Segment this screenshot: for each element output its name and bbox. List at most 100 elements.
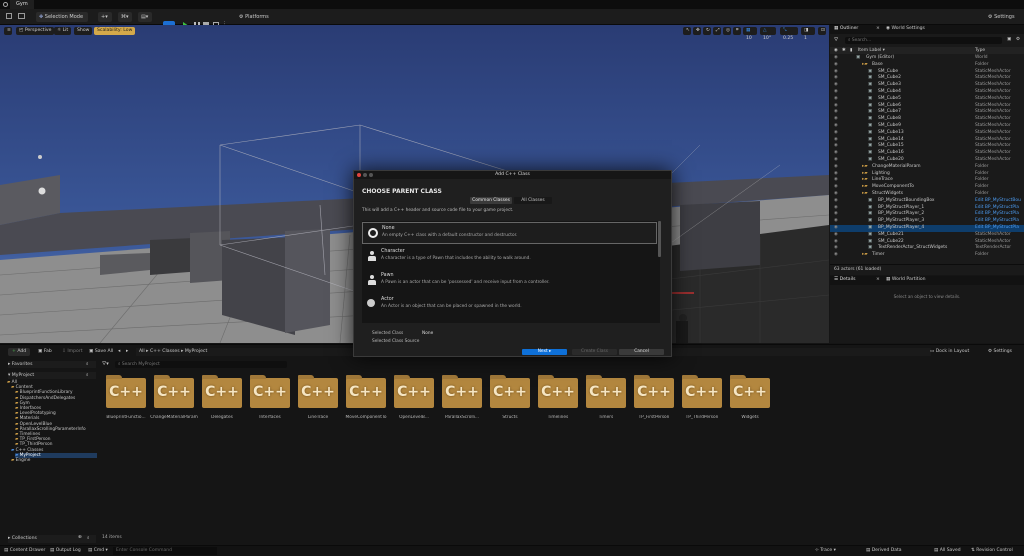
visibility-eye-icon[interactable]: ◉	[834, 123, 838, 130]
outliner-row[interactable]: ◉ ▸▰ MoveComponentTo Folder	[830, 184, 1024, 191]
visibility-eye-icon[interactable]: ◉	[834, 177, 838, 184]
translate-tool-icon[interactable]: ✥	[693, 27, 701, 35]
surface-snap-icon[interactable]: ⌗	[733, 27, 741, 35]
outliner-row[interactable]: ◉ ▸▰ LineTrace Folder	[830, 177, 1024, 184]
add-collection-icon[interactable]: ⊕	[78, 535, 82, 540]
visibility-eye-icon[interactable]: ◉	[834, 191, 838, 198]
type-header[interactable]: Type	[975, 47, 985, 54]
cpp-class-folder[interactable]: C++ Timelines	[536, 375, 580, 425]
visibility-eye-icon[interactable]: ◉	[834, 137, 838, 144]
collections-section[interactable]: ▸ Collections	[8, 535, 96, 543]
visibility-eye-icon[interactable]: ◉	[834, 198, 838, 205]
level-tab[interactable]: Gym	[10, 0, 34, 9]
cb-settings-button[interactable]: ⚙ Settings	[988, 348, 1012, 356]
collections-search-icon[interactable]: ⌕	[87, 535, 90, 541]
visibility-eye-icon[interactable]: ◉	[834, 109, 838, 116]
visibility-eye-icon[interactable]: ◉	[834, 143, 838, 150]
cpp-class-folder[interactable]: C++ Delegates	[200, 375, 244, 425]
trace-dropdown[interactable]: ⊹ Trace ▾	[815, 546, 836, 556]
parent-class-option[interactable]: Pawn A Pawn is an actor that can be 'poss…	[362, 270, 657, 292]
cancel-button[interactable]: Cancel	[619, 349, 664, 355]
outliner-row[interactable]: ◉ ▸▰ Lighting Folder	[830, 171, 1024, 178]
visibility-eye-icon[interactable]: ◉	[834, 116, 838, 123]
pin-col-icon[interactable]: ✱	[842, 47, 846, 54]
folder-tree-item[interactable]: ▰ Engine	[11, 458, 97, 463]
visibility-eye-icon[interactable]: ◉	[834, 171, 838, 178]
outliner-settings-icon[interactable]: ⚙	[1016, 37, 1022, 44]
outliner-search-input[interactable]: ⌕ Search...	[845, 37, 1002, 44]
tab-common-classes[interactable]: Common Classes	[470, 197, 512, 204]
favorites-search-icon[interactable]: ⌕	[86, 361, 89, 367]
cb-search-input[interactable]: ⌕ Search MyProject	[115, 361, 287, 368]
visibility-eye-icon[interactable]: ◉	[834, 69, 838, 76]
outliner-row[interactable]: ◉ ▣ BP_MyStructPlayer_3 Edit BP_MyStructPla	[830, 218, 1024, 225]
visibility-eye-icon[interactable]: ◉	[834, 150, 838, 157]
scale-snap-value[interactable]: ⤡ 0.25	[780, 27, 798, 41]
visibility-eye-icon[interactable]: ◉	[834, 89, 838, 96]
visibility-eye-icon[interactable]: ◉	[834, 75, 838, 82]
create-class-button[interactable]: Create Class	[572, 349, 617, 355]
outliner-row[interactable]: ◉ ▣ SM_Cube3 StaticMeshActor	[830, 82, 1024, 89]
cmd-dropdown[interactable]: ▤ Cmd ▾	[88, 546, 108, 556]
fab-button[interactable]: ▣ Fab	[38, 348, 52, 356]
world-space-icon[interactable]: ◎	[723, 27, 731, 35]
outliner-close-icon[interactable]: ×	[876, 26, 880, 31]
add-filter-icon[interactable]: ▣	[1007, 37, 1013, 44]
outliner-row[interactable]: ◉ ▸▰ ChangeMaterialParam Folder	[830, 164, 1024, 171]
list-scrollbar[interactable]	[658, 221, 661, 257]
visibility-eye-icon[interactable]: ◉	[834, 82, 838, 89]
add-actor-button[interactable]: +▾	[98, 12, 112, 22]
content-drawer-button[interactable]: ▤ Content Drawer	[4, 546, 45, 556]
browse-icon[interactable]	[18, 13, 25, 19]
visibility-eye-icon[interactable]: ◉	[834, 225, 838, 232]
history-back-icon[interactable]: ◂	[118, 348, 120, 356]
perspective-button[interactable]: ◰ Perspective	[16, 27, 55, 35]
history-forward-icon[interactable]: ▸	[126, 348, 128, 356]
breadcrumb-myproject[interactable]: MyProject	[185, 349, 207, 354]
outliner-row[interactable]: ◉ ▣ SM_Cube5 StaticMeshActor	[830, 96, 1024, 103]
breadcrumb-cpp-classes[interactable]: C++ Classes	[150, 349, 180, 354]
cpp-class-folder[interactable]: C++ ParallaxScrolli...	[440, 375, 484, 425]
item-label-header[interactable]: Item Label ▾	[858, 47, 885, 54]
visibility-eye-icon[interactable]: ◉	[834, 205, 838, 212]
details-tab[interactable]: ☰ Details	[834, 277, 856, 282]
outliner-row[interactable]: ◉ ▣ SM_Cube9 StaticMeshActor	[830, 123, 1024, 130]
details-close-icon[interactable]: ×	[876, 277, 880, 282]
world-partition-tab[interactable]: ▦ World Partition	[886, 277, 926, 282]
grid-snap-value[interactable]: ▦ 10	[743, 27, 757, 41]
dock-in-layout-button[interactable]: ▭ Dock in Layout	[930, 348, 969, 356]
rotate-tool-icon[interactable]: ↻	[703, 27, 711, 35]
viewport-menu-icon[interactable]: ≡	[4, 27, 12, 35]
visibility-eye-icon[interactable]: ◉	[834, 211, 838, 218]
visibility-eye-icon[interactable]: ◉	[834, 130, 838, 137]
outliner-row[interactable]: ◉ ▣ SM_Cube16 StaticMeshActor	[830, 150, 1024, 157]
save-all-button[interactable]: ▣ Save All	[89, 348, 113, 356]
all-saved-button[interactable]: ▤ All Saved	[934, 546, 961, 556]
next-button[interactable]: Next ▸	[522, 349, 567, 355]
lock-col-icon[interactable]: ▮	[850, 47, 852, 54]
cpp-class-folder[interactable]: C++ BlueprintFunctio...	[104, 375, 148, 425]
edit-blueprint-link[interactable]: Edit BP_MyStructBou	[975, 198, 1021, 205]
breadcrumb-all[interactable]: All	[139, 349, 145, 354]
outliner-row[interactable]: ◉ ▸▰ Base Folder	[830, 62, 1024, 69]
outliner-row[interactable]: ◉ ▣ BP_MyStructBoundingBox Edit BP_MyStruct…	[830, 198, 1024, 205]
console-input[interactable]: Enter Console Command	[113, 547, 217, 555]
visibility-eye-icon[interactable]: ◉	[834, 164, 838, 171]
maximize-viewport-icon[interactable]: ⊡	[818, 27, 826, 35]
select-tool-icon[interactable]: ↖	[683, 27, 691, 35]
world-settings-tab[interactable]: ◉ World Settings	[886, 26, 925, 31]
visibility-eye-icon[interactable]: ◉	[834, 239, 838, 246]
outliner-row[interactable]: ◉ ▸▰ StructWidgets Folder	[830, 191, 1024, 198]
scale-tool-icon[interactable]: ⤢	[713, 27, 721, 35]
favorites-section[interactable]: ▸ Favorites	[8, 361, 96, 368]
cpp-class-folder[interactable]: C++ OpenLevelB...	[392, 375, 436, 425]
cpp-class-folder[interactable]: C++ Structs	[488, 375, 532, 425]
parent-class-option[interactable]: Character A character is a type of Pawn t…	[362, 246, 657, 268]
visibility-eye-icon[interactable]: ◉	[834, 245, 838, 252]
save-icon[interactable]	[6, 13, 12, 19]
scalability-button[interactable]: Scalability: Low	[94, 27, 136, 35]
cpp-class-folder[interactable]: C++ TP_FirstPerson	[632, 375, 676, 425]
outliner-row[interactable]: ◉ ▣ TextRenderActor_StructWidgets TextRende…	[830, 245, 1024, 252]
outliner-row[interactable]: ◉ ▸▰ Timer Folder	[830, 252, 1024, 259]
project-search-icon[interactable]: ⌕	[86, 372, 89, 378]
